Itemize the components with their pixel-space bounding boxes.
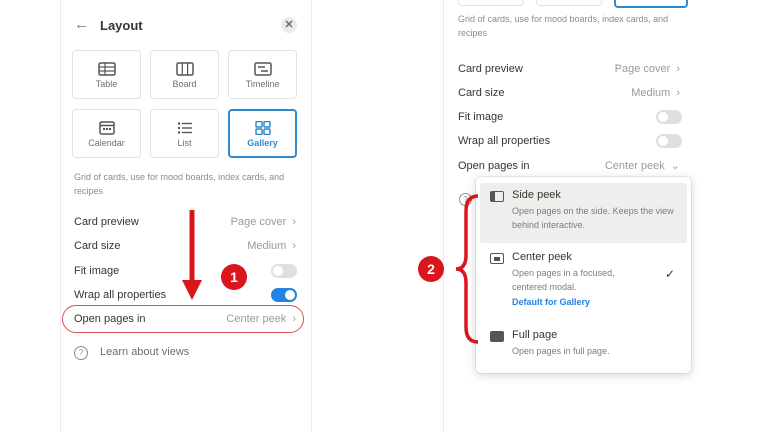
down-arrow-annotation	[182, 210, 202, 300]
row-value: Medium	[631, 87, 671, 99]
row-value: Page cover	[230, 216, 287, 228]
fit-image-row: Fit image	[458, 107, 680, 127]
chevron-down-icon: ⌄	[670, 160, 680, 172]
calendar-icon	[98, 121, 115, 135]
row-value: Center peek	[604, 160, 665, 172]
row-label: Wrap all properties	[74, 289, 167, 301]
layout-tile-timeline[interactable]: Timeline	[228, 50, 297, 99]
card-preview-row[interactable]: Card preview Page cover ›	[458, 59, 680, 79]
menu-item-full-page[interactable]: Full page Open pages in full page.	[480, 323, 687, 367]
row-label: Card preview	[458, 63, 523, 75]
side-peek-icon	[490, 191, 504, 202]
menu-item-title: Center peek	[512, 251, 572, 263]
layout-tile-partial	[458, 0, 524, 6]
close-icon[interactable]: ✕	[281, 17, 297, 33]
open-pages-row[interactable]: Open pages in Center peek ⌄	[458, 156, 680, 176]
menu-item-description: Open pages in a focused, centered modal.	[512, 268, 615, 292]
wrap-properties-toggle[interactable]	[656, 134, 682, 148]
row-label: Fit image	[74, 265, 120, 277]
menu-item-side-peek[interactable]: Side peek Open pages on the side. Keeps …	[480, 183, 687, 243]
checkmark-icon: ✓	[664, 267, 675, 281]
row-label: Open pages in	[458, 160, 530, 172]
layout-tile-gallery[interactable]: Gallery	[228, 109, 297, 158]
back-arrow-icon[interactable]: ←	[74, 16, 89, 33]
default-label: Default for Gallery	[512, 297, 591, 307]
fit-image-toggle[interactable]	[656, 110, 682, 124]
layout-tile-label: Calendar	[88, 138, 125, 148]
board-icon	[175, 62, 194, 76]
menu-item-description: Open pages in full page.	[512, 346, 610, 356]
layout-tile-list[interactable]: List	[150, 109, 219, 158]
panel-title: Layout	[100, 18, 143, 33]
row-label: Fit image	[458, 111, 504, 123]
open-pages-menu: Side peek Open pages on the side. Keeps …	[476, 177, 691, 373]
layout-tile-calendar[interactable]: Calendar	[72, 109, 141, 158]
learn-label: Learn about views	[100, 346, 190, 358]
timeline-icon	[253, 62, 272, 76]
layout-tile-label: List	[177, 138, 192, 148]
chevron-right-icon: ›	[292, 216, 296, 228]
help-icon: ?	[74, 346, 88, 360]
row-label: Card size	[74, 240, 121, 252]
layout-tile-board[interactable]: Board	[150, 50, 219, 99]
gallery-icon	[254, 121, 271, 135]
chevron-right-icon: ›	[292, 240, 296, 252]
center-peek-icon	[490, 253, 504, 264]
table-icon	[97, 62, 116, 76]
chevron-right-icon: ›	[676, 63, 680, 75]
card-size-row[interactable]: Card size Medium ›	[458, 83, 680, 103]
row-label: Card preview	[74, 216, 139, 228]
layout-tile-label: Timeline	[245, 79, 280, 89]
layout-description: Grid of cards, use for mood boards, inde…	[458, 14, 669, 38]
menu-item-description: Open pages on the side. Keeps the view b…	[512, 206, 674, 230]
wrap-properties-row: Wrap all properties	[458, 131, 680, 151]
chevron-right-icon: ›	[676, 87, 680, 99]
layout-tile-label: Gallery	[247, 138, 278, 148]
wrap-properties-toggle[interactable]	[271, 288, 297, 302]
layout-tile-table[interactable]: Table	[72, 50, 141, 99]
annotation-badge-1: 1	[221, 264, 247, 290]
menu-item-title: Side peek	[512, 189, 561, 201]
list-icon	[177, 122, 192, 134]
menu-item-center-peek[interactable]: Center peek Open pages in a focused, cen…	[480, 245, 687, 319]
annotation-badge-2: 2	[418, 256, 444, 282]
row-value: Page cover	[614, 63, 671, 75]
layout-description: Grid of cards, use for mood boards, inde…	[74, 172, 285, 196]
full-page-icon	[490, 331, 504, 342]
layout-tile-label: Board	[172, 79, 197, 89]
row-label: Wrap all properties	[458, 135, 551, 147]
fit-image-toggle[interactable]	[271, 264, 297, 278]
layout-tile-label: Table	[95, 79, 118, 89]
brace-annotation	[455, 194, 479, 344]
layout-tile-partial	[536, 0, 602, 6]
learn-about-views-link[interactable]: ? Learn about views	[74, 346, 189, 360]
row-value: Medium	[247, 240, 287, 252]
layout-tile-gallery-partial	[614, 0, 688, 8]
row-label: Card size	[458, 87, 505, 99]
menu-item-title: Full page	[512, 329, 558, 341]
highlight-oval	[62, 305, 304, 333]
